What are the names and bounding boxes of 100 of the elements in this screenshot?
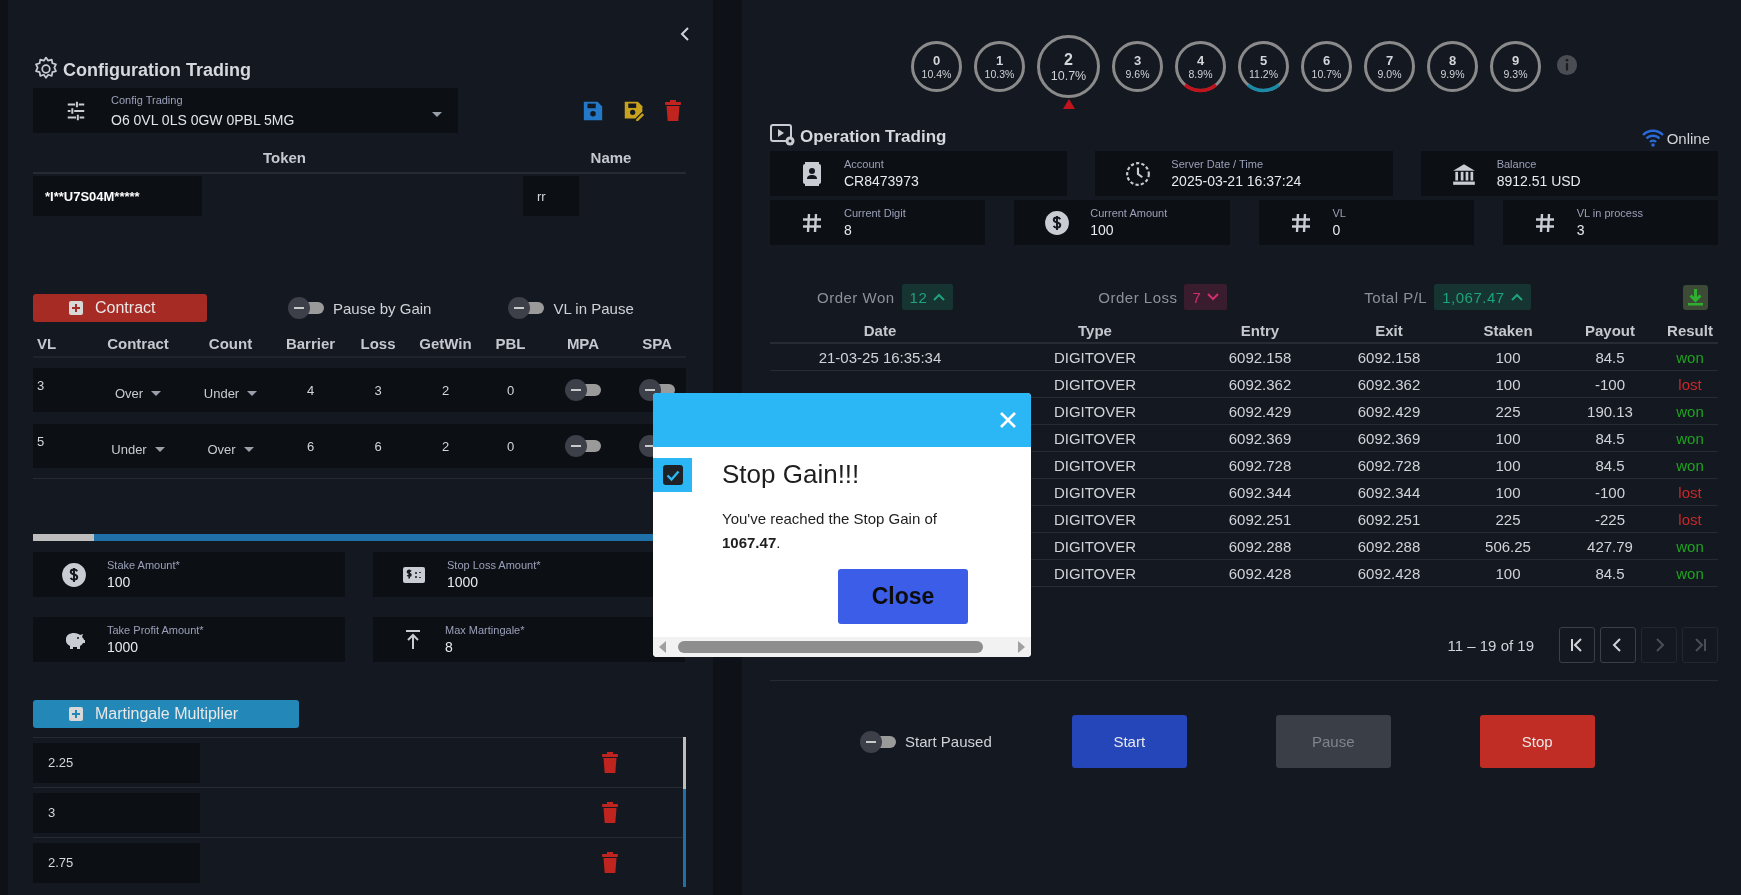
result-cell-text: won [1675,429,1705,447]
table-cell-text: 6092.344 [1227,483,1293,501]
plus-square-icon [69,707,83,721]
toggle-switch[interactable] [860,730,896,753]
table-cell-text: 6092.429 [1356,402,1422,420]
digit-stat: 4 8.9% [1174,40,1227,93]
column-header: Type [1077,321,1113,339]
table-cell-text: DIGITOVER [1052,429,1138,447]
table-cell-text: DIGITOVER [1052,456,1138,474]
sliders-icon [65,99,87,122]
toggle-switch[interactable] [565,379,601,401]
prev-page-button[interactable] [1600,627,1636,663]
config-select[interactable]: Config Trading O6 0VL 0LS 0GW 0PBL 5MG [33,88,458,133]
table-cell-text: -225 [1594,510,1626,528]
table-cell-text: DIGITOVER [1052,537,1138,555]
summary-badge: 1,067.47 [1434,284,1531,310]
scrollbar-thumb[interactable] [678,641,983,653]
dollar-icon [61,561,87,588]
column-header: Barrier [284,334,337,352]
toggle-switch[interactable] [288,297,324,319]
chevron-up-icon [1510,293,1523,301]
count-dropdown[interactable]: Over [188,435,273,457]
table-cell-text: DIGITOVER [1052,510,1138,528]
contract-dropdown[interactable]: Under [88,435,188,457]
column-header: Exit [1374,321,1404,339]
column-header: MPA [565,334,601,352]
table-cell-text: 6092.369 [1227,429,1293,447]
input-field[interactable]: Take Profit Amount* 1000 [33,617,345,662]
dialog-message: You've reached the Stop Gain of 1067.47. [722,509,938,553]
count-dropdown[interactable]: Under [188,379,273,401]
result-cell-text: lost [1677,375,1703,393]
table-cell-text: 225 [1494,510,1522,528]
save-edit-icon [622,99,646,122]
info-card: Account CR8473973 [770,151,1068,196]
column-header: VL [36,334,58,352]
start-button[interactable]: Start [1071,715,1187,768]
digit-stat: 5 11.2% [1237,40,1290,93]
table-cell-text: 6092.428 [1356,564,1422,582]
multiplier-field[interactable]: 2.25 [33,742,200,783]
result-cell-text: won [1675,537,1705,555]
table-cell-text: 100 [1494,456,1522,474]
digit-stat: 8 9.9% [1426,40,1479,93]
result-cell-text: won [1675,456,1705,474]
table-cell-text: 100 [1494,483,1522,501]
table-cell-text: 6092.362 [1227,375,1293,393]
column-header: Staken [1482,321,1534,339]
table-cell-text: 84.5 [1594,456,1626,474]
result-cell-text: won [1675,348,1705,366]
column-header: Name [589,149,633,166]
column-header: GetWin [418,334,473,352]
column-header: Entry [1239,321,1281,339]
table-cell-text: 5 [36,433,46,449]
table-cell-text: 100 [1494,564,1522,582]
table-cell-text: 225 [1494,402,1522,420]
digit-stat: 2 10.7% [1036,34,1101,99]
digit-stat: 0 10.4% [910,40,963,93]
name-field[interactable]: rr [523,176,579,216]
stop-button[interactable]: Stop [1479,715,1595,768]
input-field[interactable]: Max Martingale* 8 [373,617,685,662]
toggle-switch[interactable] [565,435,601,457]
download-icon [1683,284,1708,310]
table-cell-text: 190.13 [1586,402,1634,420]
page-range: 11 – 19 of 19 [1447,636,1534,654]
input-field[interactable]: Stake Amount* 100 [33,552,345,597]
multiplier-field[interactable]: 2.75 [33,842,200,883]
result-cell-text: lost [1677,510,1703,528]
table-cell-text: 3 [36,377,46,393]
plus-square-icon [69,301,83,315]
token-field[interactable]: *I**U7S04M***** [33,176,202,216]
summary-label: Order Won [817,288,895,306]
pointer-triangle-icon [1062,99,1075,109]
digit-stat: 7 9.0% [1363,40,1416,93]
summary-badge: 7 [1184,284,1228,310]
info-card: Server Date / Time 2025-03-21 16:37:24 [1095,151,1393,196]
contact-card-icon [800,159,824,188]
close-button[interactable]: Close [838,569,968,624]
result-cell-text: won [1675,402,1705,420]
checkbox[interactable] [662,465,683,485]
trash-icon [601,851,619,874]
table-cell-text: 100 [1494,429,1522,447]
table-cell-text: 6092.288 [1227,537,1293,555]
add-contract-button[interactable]: Contract [33,294,207,322]
info-card: Balance 8912.51 USD [1420,151,1718,196]
video-settings-icon [770,123,796,147]
section-title: Configuration Trading [63,60,251,82]
chevron-down-icon [1207,293,1220,301]
chevron-left-icon [678,26,692,42]
dollar-icon [1044,209,1071,236]
save-icon [582,99,604,122]
table-cell-text: 6092.344 [1356,483,1422,501]
column-header: Loss [359,334,397,352]
table-cell-text: 6092.728 [1227,456,1293,474]
contract-dropdown[interactable]: Over [88,379,188,401]
table-cell-text: -100 [1594,375,1626,393]
table-cell-text: 0 [505,438,516,454]
toggle-switch[interactable] [508,297,545,319]
table-cell-text: DIGITOVER [1052,348,1138,366]
table-cell-text: 6092.158 [1356,348,1422,366]
first-page-button[interactable] [1559,627,1595,663]
multiplier-field[interactable]: 3 [33,792,200,833]
